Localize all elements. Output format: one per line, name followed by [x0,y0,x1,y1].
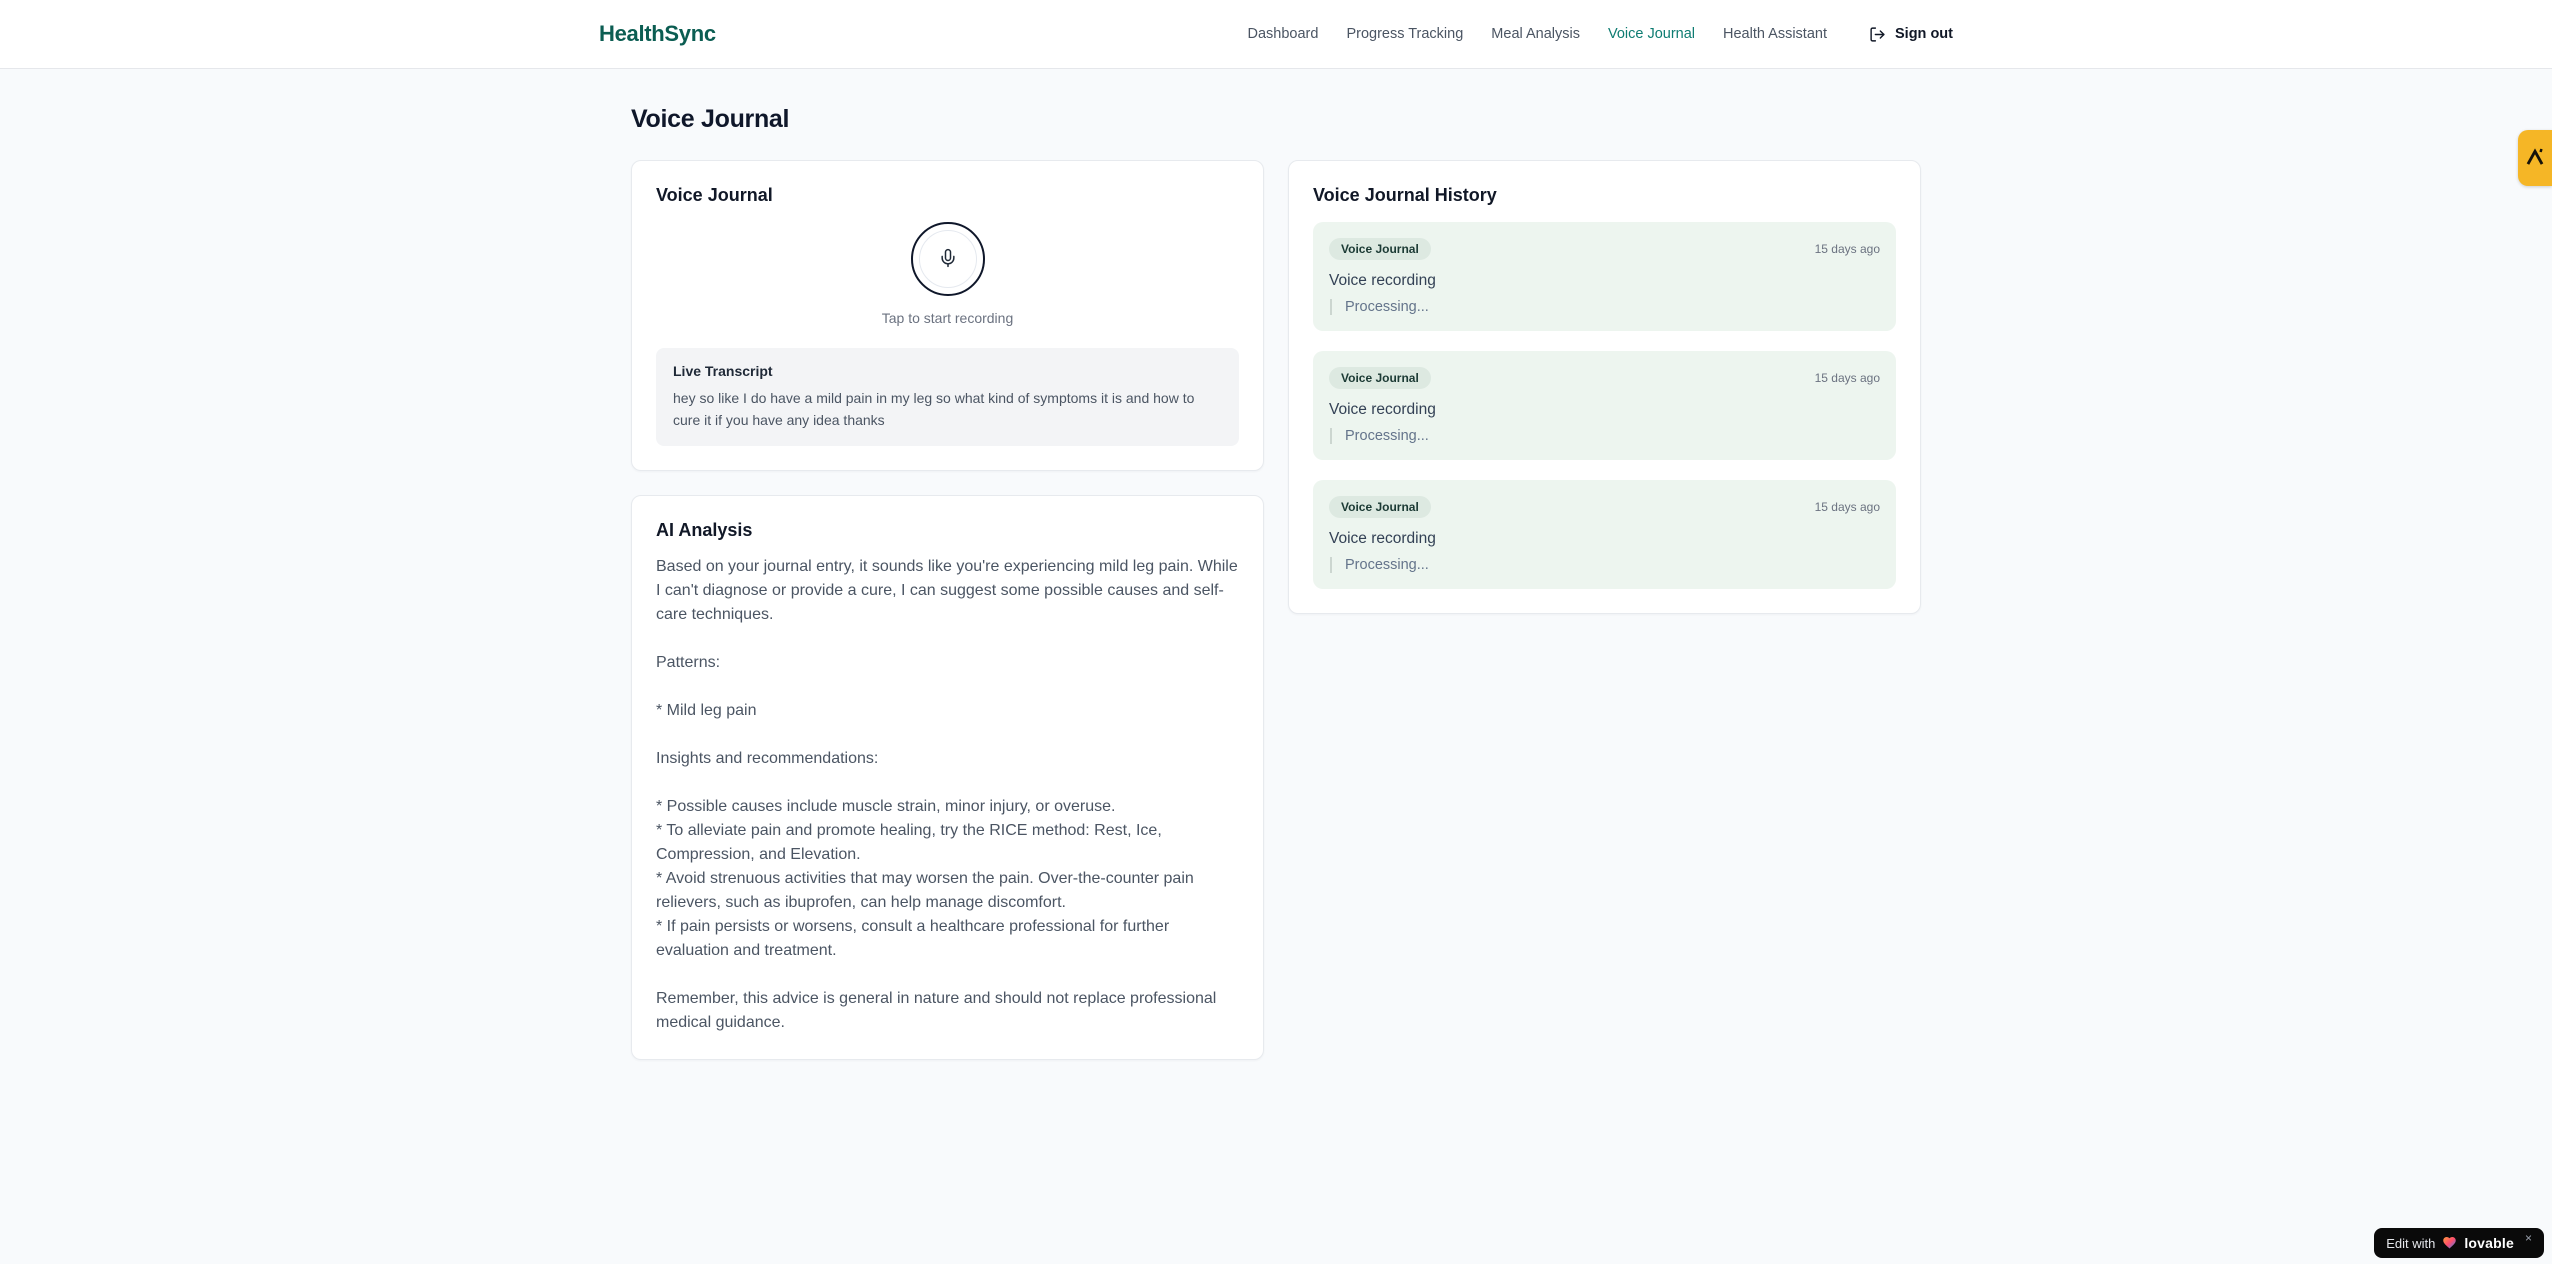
side-panel-badge[interactable] [2518,130,2552,186]
history-entry-header: Voice Journal 15 days ago [1329,496,1880,518]
live-transcript-text: hey so like I do have a mild pain in my … [673,390,1195,428]
main-nav: Dashboard Progress Tracking Meal Analysi… [1248,26,1954,43]
entry-timestamp: 15 days ago [1814,242,1880,256]
lovable-brand-label: lovable [2464,1235,2514,1251]
entry-status: Processing... [1330,428,1880,444]
abacus-logo-icon [2524,143,2546,174]
app-header: HealthSync Dashboard Progress Tracking M… [0,0,2552,69]
entry-label: Voice recording [1329,530,1436,547]
history-entry-header: Voice Journal 15 days ago [1329,238,1880,260]
history-entry[interactable]: Voice Journal 15 days ago Voice recordin… [1313,351,1896,460]
history-list: Voice Journal 15 days ago Voice recordin… [1313,222,1896,589]
right-column: Voice Journal History Voice Journal 15 d… [1288,160,1921,614]
entry-label: Voice recording [1329,401,1436,418]
tap-to-record-hint: Tap to start recording [881,310,1014,326]
entry-type-badge: Voice Journal [1329,238,1431,260]
content-grid: Voice Journal Tap to start recording Liv… [631,160,1921,1061]
edit-with-label: Edit with [2386,1235,2436,1251]
nav-item-progress-tracking[interactable]: Progress Tracking [1346,26,1463,42]
history-card: Voice Journal History Voice Journal 15 d… [1288,160,1921,614]
nav-item-dashboard[interactable]: Dashboard [1248,26,1319,42]
voice-recorder-card: Voice Journal Tap to start recording Liv… [631,160,1264,472]
live-transcript-title: Live Transcript [673,363,773,379]
history-entry[interactable]: Voice Journal 15 days ago Voice recordin… [1313,480,1896,589]
header-container: HealthSync Dashboard Progress Tracking M… [599,0,1953,68]
entry-timestamp: 15 days ago [1814,371,1880,385]
record-button[interactable] [910,222,985,296]
main-content: Voice Journal Voice Journal Tap to start… [631,69,1921,1061]
nav-item-voice-journal[interactable]: Voice Journal [1608,26,1695,42]
ai-analysis-title: AI Analysis [656,520,753,541]
entry-timestamp: 15 days ago [1814,500,1880,514]
edit-with-lovable-badge[interactable]: Edit with lovable × [2374,1228,2544,1258]
lovable-heart-icon [2442,1235,2457,1252]
entry-type-badge: Voice Journal [1329,367,1431,389]
entry-type-badge: Voice Journal [1329,496,1431,518]
recorder-card-title: Voice Journal [656,185,773,205]
sign-out-label: Sign out [1895,26,1953,42]
page-title: Voice Journal [631,105,790,133]
entry-label: Voice recording [1329,272,1436,289]
left-column: Voice Journal Tap to start recording Liv… [631,160,1264,1061]
sign-out-button[interactable]: Sign out [1869,26,1953,43]
live-transcript-box: Live Transcript hey so like I do have a … [656,348,1239,447]
log-out-icon [1869,26,1886,43]
ai-analysis-body: Based on your journal entry, it sounds l… [656,558,1238,1032]
app-logo[interactable]: HealthSync [599,21,716,47]
entry-status: Processing... [1330,299,1880,315]
nav-item-health-assistant[interactable]: Health Assistant [1723,26,1827,42]
record-button-ring [918,230,977,288]
nav-item-meal-analysis[interactable]: Meal Analysis [1491,26,1580,42]
recorder-area: Tap to start recording [656,216,1239,326]
history-entry-header: Voice Journal 15 days ago [1329,367,1880,389]
entry-status: Processing... [1330,557,1880,573]
microphone-icon [938,248,958,271]
close-icon[interactable]: × [2525,1232,2532,1244]
ai-analysis-card: AI Analysis Based on your journal entry,… [631,495,1264,1061]
history-entry[interactable]: Voice Journal 15 days ago Voice recordin… [1313,222,1896,331]
history-card-title: Voice Journal History [1313,185,1497,205]
